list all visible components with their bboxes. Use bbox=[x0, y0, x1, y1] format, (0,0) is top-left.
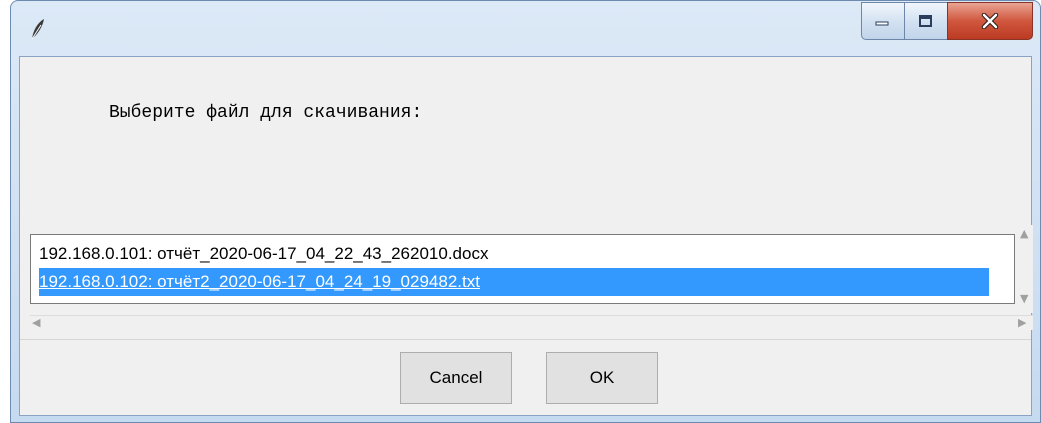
prompt-label: Выберите файл для скачивания: bbox=[109, 103, 423, 123]
maximize-button[interactable] bbox=[904, 2, 948, 40]
divider bbox=[20, 339, 1031, 340]
scroll-up-icon[interactable]: ▲ bbox=[1020, 228, 1028, 240]
cancel-button[interactable]: Cancel bbox=[400, 352, 512, 404]
ok-button[interactable]: OK bbox=[546, 352, 658, 404]
dialog-body: Выберите файл для скачивания: 192.168.0.… bbox=[19, 56, 1033, 416]
close-icon bbox=[981, 13, 999, 29]
title-bar[interactable] bbox=[11, 1, 1040, 56]
scroll-right-icon[interactable]: ▶ bbox=[1018, 317, 1026, 329]
file-list-item[interactable]: 192.168.0.101: отчёт_2020-06-17_04_22_43… bbox=[39, 240, 488, 268]
file-listbox[interactable]: 192.168.0.101: отчёт_2020-06-17_04_22_43… bbox=[30, 234, 1015, 304]
close-button[interactable] bbox=[947, 2, 1033, 40]
dialog-window: Выберите файл для скачивания: 192.168.0.… bbox=[10, 0, 1041, 423]
minimize-icon bbox=[875, 21, 889, 26]
maximize-icon bbox=[919, 15, 932, 27]
minimize-button[interactable] bbox=[861, 2, 905, 40]
feather-icon bbox=[31, 19, 44, 40]
vertical-scrollbar[interactable]: ▲ ▼ bbox=[1017, 225, 1033, 313]
scroll-left-icon[interactable]: ◀ bbox=[32, 317, 40, 329]
horizontal-scrollbar[interactable]: ◀ ▶ bbox=[30, 315, 1033, 330]
file-list-item-selected[interactable]: 192.168.0.102: отчёт2_2020-06-17_04_24_1… bbox=[39, 268, 989, 296]
scroll-down-icon[interactable]: ▼ bbox=[1020, 293, 1028, 305]
